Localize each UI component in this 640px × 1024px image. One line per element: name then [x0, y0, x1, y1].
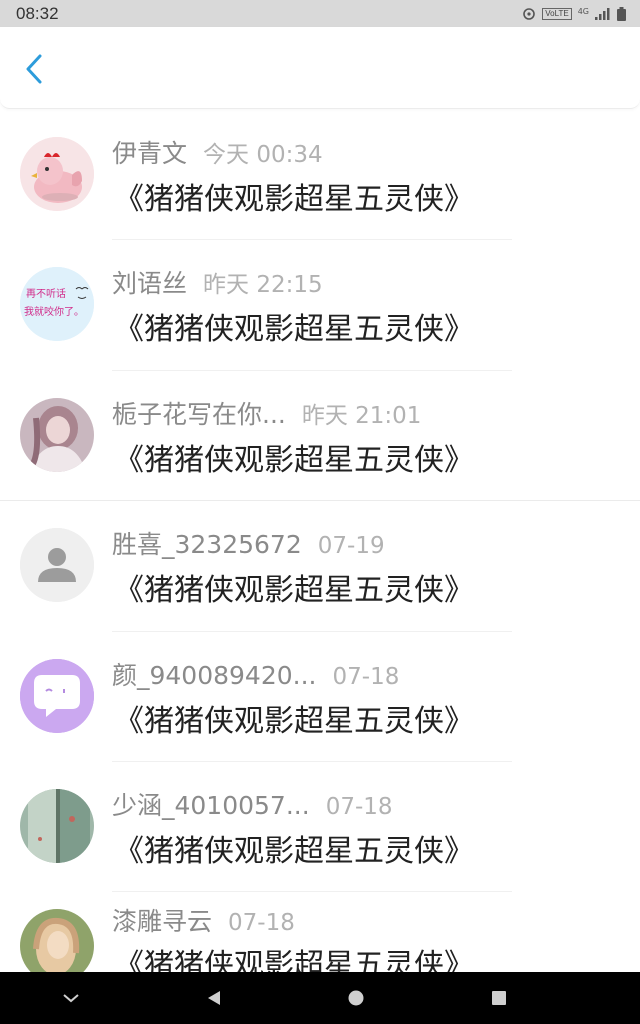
sender-name: 刘语丝 [112, 269, 188, 299]
home-circle-icon [348, 990, 364, 1006]
home-button[interactable] [336, 978, 376, 1018]
message-preview: 《猪猪侠观影超星五灵侠》 [114, 442, 474, 478]
sender-name: 伊青文 [112, 139, 188, 168]
chevron-left-icon [26, 54, 42, 84]
recents-square-icon [491, 991, 506, 1005]
message-time: 07-18 [228, 910, 295, 937]
message-preview: 《猪猪侠观影超星五灵侠》 [114, 312, 474, 348]
list-item[interactable]: 栀子花写在你... 昨天 21:01 《猪猪侠观影超星五灵侠》 [0, 371, 640, 502]
avatar[interactable] [20, 528, 94, 603]
list-item[interactable]: 少涵_4010057... 07-18 《猪猪侠观影超星五灵侠》 [0, 762, 640, 893]
message-time: 07-19 [317, 533, 385, 560]
list-item[interactable]: 胜喜_32325672 07-19 《猪猪侠观影超星五灵侠》 [0, 501, 640, 632]
name-line: 伊青文 今天 00:34 [112, 134, 323, 170]
avatar[interactable] [20, 137, 94, 211]
message-time: 昨天 22:15 [203, 272, 323, 299]
list-item[interactable]: 漆雕寻云 07-18 《猪猪侠观影超星五灵侠》 [0, 892, 640, 972]
default-user-icon [20, 528, 94, 603]
back-button[interactable] [16, 49, 52, 89]
list-item[interactable]: 伊青文 今天 00:34 《猪猪侠观影超星五灵侠》 [0, 110, 640, 241]
sender-name: 胜喜_32325672 [112, 530, 302, 560]
header [0, 27, 640, 109]
name-line: 胜喜_32325672 07-19 [112, 525, 385, 561]
avatar[interactable] [20, 658, 94, 733]
network-type: 4G [577, 6, 589, 16]
recents-button[interactable] [479, 978, 519, 1018]
list-item[interactable]: 颜_940089420... 07-18 《猪猪侠观影超星五灵侠》 [0, 632, 640, 762]
message-preview: 《猪猪侠观影超星五灵侠》 [114, 573, 474, 609]
name-line: 少涵_4010057... 07-18 [112, 786, 393, 822]
back-nav-button[interactable] [194, 978, 234, 1018]
message-preview: 《猪猪侠观影超星五灵侠》 [114, 833, 474, 869]
sticker-text-1: 再不听话 [26, 288, 66, 300]
message-time: 07-18 [325, 793, 393, 820]
avatar[interactable] [20, 909, 94, 972]
name-line: 栀子花写在你... 昨天 21:01 [112, 395, 421, 431]
list-item[interactable]: 再不听话 我就咬你了。 刘语丝 昨天 22:15 《猪猪侠观影超星五灵侠》 [0, 240, 640, 371]
purple-chat-bubble-icon [20, 658, 94, 733]
message-time: 昨天 21:01 [301, 402, 422, 429]
collapse-icon [63, 994, 79, 1003]
girl-photo-icon [20, 397, 94, 472]
name-line: 颜_940089420... 07-18 [112, 656, 399, 692]
message-time: 07-18 [332, 663, 400, 690]
text-sticker-icon: 再不听话 我就咬你了。 [20, 267, 94, 342]
back-triangle-icon [207, 991, 220, 1005]
message-preview: 《猪猪侠观影超星五灵侠》 [114, 703, 474, 739]
sync-icon [523, 7, 536, 20]
sender-name: 漆雕寻云 [112, 907, 213, 937]
status-icons: VoLTE 4G [522, 6, 626, 21]
name-line: 漆雕寻云 07-18 [112, 902, 295, 938]
sender-name: 栀子花写在你... [112, 399, 286, 429]
status-bar: 08:32 VoLTE 4G [0, 0, 640, 27]
sticker-text-2: 我就咬你了。 [24, 305, 84, 318]
conversation-list[interactable]: 伊青文 今天 00:34 《猪猪侠观影超星五灵侠》 再不听话 我就咬你了。 刘语… [0, 110, 640, 972]
name-line: 刘语丝 昨天 22:15 [112, 264, 323, 300]
message-time: 今天 00:34 [203, 142, 323, 168]
sender-name: 少涵_4010057... [112, 790, 310, 820]
status-time: 08:32 [16, 3, 59, 23]
message-preview: 《猪猪侠观影超星五灵侠》 [114, 182, 474, 217]
battery-icon [617, 6, 626, 21]
pink-chicken-toy-icon [20, 137, 94, 211]
green-window-photo-icon [20, 788, 94, 863]
avatar[interactable]: 再不听话 我就咬你了。 [20, 267, 94, 342]
collapse-button[interactable] [51, 978, 91, 1018]
avatar[interactable] [20, 397, 94, 472]
woman-photo-icon [20, 909, 94, 972]
signal-icon [595, 7, 610, 20]
volte-badge: VoLTE [542, 7, 572, 20]
sender-name: 颜_940089420... [112, 660, 317, 690]
navigation-bar [0, 972, 640, 1024]
avatar[interactable] [20, 788, 94, 863]
message-preview: 《猪猪侠观影超星五灵侠》 [114, 948, 474, 972]
